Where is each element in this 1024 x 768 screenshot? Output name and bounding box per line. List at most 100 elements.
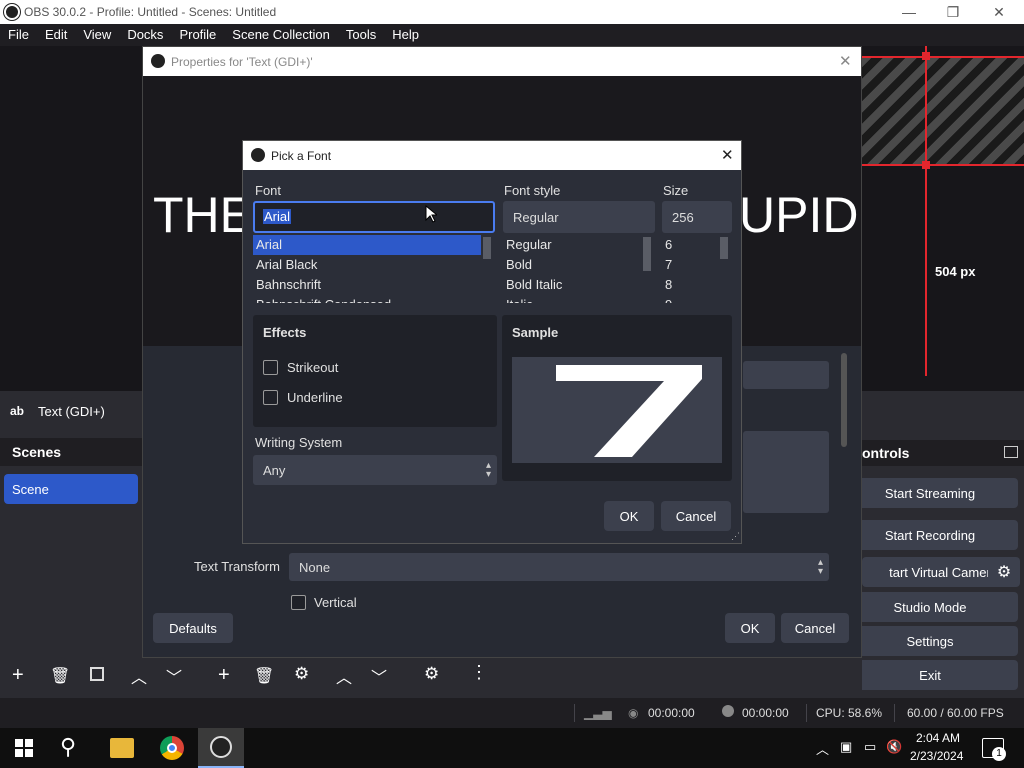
text-source-icon: ab: [10, 404, 25, 418]
props-cancel-button[interactable]: Cancel: [781, 613, 849, 643]
font-picker-title-bar: Pick a Font ✕: [243, 141, 741, 170]
handle-top[interactable]: [922, 52, 930, 60]
font-style-input[interactable]: Regular: [503, 201, 655, 233]
menu-docks[interactable]: Docks: [119, 24, 171, 46]
font-list-item[interactable]: Bahnschrift Condensed: [253, 295, 495, 303]
sample-title: Sample: [512, 325, 559, 340]
search-icon[interactable]: ⚲: [60, 734, 76, 760]
menu-scene-collection[interactable]: Scene Collection: [224, 24, 338, 46]
underline-checkbox[interactable]: [263, 390, 278, 405]
menu-help[interactable]: Help: [384, 24, 427, 46]
close-button[interactable]: ✕: [976, 0, 1022, 24]
mouse-cursor-icon: [425, 205, 437, 223]
add-source-icon[interactable]: +: [218, 664, 230, 687]
start-recording-button[interactable]: Start Recording: [842, 520, 1018, 550]
handle-bottom[interactable]: [922, 161, 930, 169]
stream-icon: ◉: [628, 706, 639, 720]
guide-line-vertical: [925, 46, 927, 376]
tray-chevron-icon[interactable]: ︿: [816, 739, 829, 758]
menu-edit[interactable]: Edit: [37, 24, 75, 46]
scene-up-icon[interactable]: ︿: [131, 664, 147, 688]
font-list-item[interactable]: Arial Black: [253, 255, 495, 275]
size-list-item[interactable]: 8: [662, 275, 732, 295]
start-virtual-camera-button[interactable]: tart Virtual Camera: [862, 557, 1004, 587]
minimize-button[interactable]: —: [886, 0, 932, 24]
settings-button[interactable]: Settings: [842, 626, 1018, 656]
writing-system-select[interactable]: Any ▴ ▾: [253, 455, 497, 485]
size-input[interactable]: 256: [662, 201, 732, 233]
menu-file[interactable]: File: [0, 24, 37, 46]
props-field-1[interactable]: [743, 361, 829, 389]
network-tray-icon[interactable]: ▭: [864, 739, 876, 755]
add-scene-icon[interactable]: +: [12, 664, 24, 687]
remove-scene-icon[interactable]: 🗑: [50, 666, 70, 686]
properties-close-icon[interactable]: ✕: [839, 52, 852, 70]
font-label: Font: [255, 183, 282, 198]
dimension-label: 504 px: [935, 264, 976, 279]
remove-source-icon[interactable]: 🗑: [254, 666, 274, 686]
size-list-scrollbar[interactable]: [720, 237, 728, 259]
scene-filters-icon[interactable]: [90, 667, 104, 681]
source-label: Text (GDI+): [38, 403, 105, 419]
font-picker-close-icon[interactable]: ✕: [721, 146, 734, 164]
props-field-2[interactable]: [743, 431, 829, 513]
scene-down-icon[interactable]: ﹀: [166, 664, 182, 688]
style-list-item[interactable]: Bold: [503, 255, 655, 275]
obs-taskbar-item[interactable]: [198, 728, 244, 768]
more-options-icon[interactable]: ⋮: [470, 662, 488, 683]
text-transform-label: Text Transform: [194, 559, 280, 574]
props-ok-button[interactable]: OK: [725, 613, 775, 643]
source-down-icon[interactable]: ﹀: [371, 664, 387, 688]
taskbar: ⚲ ︿ ▣ ▭ 🔇 2:04 AM 2/23/2024 1: [0, 728, 1024, 768]
font-list-scrollbar[interactable]: [483, 237, 491, 259]
defaults-button[interactable]: Defaults: [153, 613, 233, 643]
mixer-settings-icon[interactable]: ⚙: [424, 664, 439, 684]
font-list-item[interactable]: Bahnschrift: [253, 275, 495, 295]
source-up-icon[interactable]: ︿: [336, 664, 352, 688]
windows-start-icon[interactable]: [15, 739, 33, 757]
style-list-item[interactable]: Regular: [503, 235, 655, 255]
maximize-button[interactable]: ❐: [930, 0, 976, 24]
file-explorer-icon[interactable]: [110, 738, 134, 758]
strikeout-label: Strikeout: [287, 360, 339, 375]
size-label: Size: [663, 183, 689, 198]
picker-cancel-button[interactable]: Cancel: [661, 501, 731, 531]
undock-icon[interactable]: [1004, 446, 1018, 458]
font-style-label: Font style: [504, 183, 561, 198]
style-list-item[interactable]: Bold Italic: [503, 275, 655, 295]
size-list-item[interactable]: 9: [662, 295, 732, 303]
strikeout-checkbox[interactable]: [263, 360, 278, 375]
menu-tools[interactable]: Tools: [338, 24, 384, 46]
status-bar: ▁▃▅ ◉ 00:00:00 00:00:00 CPU: 58.6% 60.00…: [0, 698, 1024, 728]
clock-time[interactable]: 2:04 AM: [916, 731, 960, 745]
picker-ok-button[interactable]: OK: [604, 501, 654, 531]
scene-item[interactable]: Scene: [4, 474, 138, 504]
menu-view[interactable]: View: [75, 24, 119, 46]
menu-profile[interactable]: Profile: [171, 24, 224, 46]
vertical-checkbox[interactable]: [291, 595, 306, 610]
text-transform-select[interactable]: None ▴ ▾: [289, 553, 829, 581]
chrome-icon[interactable]: [160, 736, 184, 760]
preview-text-right: UPID: [739, 187, 859, 243]
studio-mode-button[interactable]: Studio Mode: [842, 592, 1018, 622]
virtual-camera-settings-icon[interactable]: ⚙: [988, 557, 1020, 587]
exit-button[interactable]: Exit: [842, 660, 1018, 690]
start-streaming-button[interactable]: Start Streaming: [842, 478, 1018, 508]
source-item[interactable]: ab Text (GDI+): [0, 398, 142, 424]
source-properties-icon[interactable]: ⚙: [294, 664, 309, 684]
volume-muted-icon[interactable]: 🔇: [886, 739, 902, 755]
clock-date[interactable]: 2/23/2024: [910, 749, 963, 763]
style-list-scrollbar[interactable]: [643, 237, 651, 271]
font-input[interactable]: Arial: [253, 201, 495, 233]
resize-grip-icon[interactable]: ⋰: [731, 531, 740, 542]
select-arrows-icon: ▴ ▾: [485, 460, 491, 480]
window-title: OBS 30.0.2 - Profile: Untitled - Scenes:…: [24, 5, 277, 19]
tray-app-icon[interactable]: ▣: [840, 739, 852, 755]
effects-title: Effects: [263, 325, 307, 340]
underline-label: Underline: [287, 390, 343, 405]
style-list-item[interactable]: Italic: [503, 295, 655, 303]
style-list[interactable]: Regular Bold Bold Italic Italic: [503, 235, 655, 303]
font-list-item[interactable]: Arial: [253, 235, 481, 255]
props-scrollbar[interactable]: [841, 353, 847, 447]
font-list[interactable]: Arial Arial Black Bahnschrift Bahnschrif…: [253, 235, 495, 303]
